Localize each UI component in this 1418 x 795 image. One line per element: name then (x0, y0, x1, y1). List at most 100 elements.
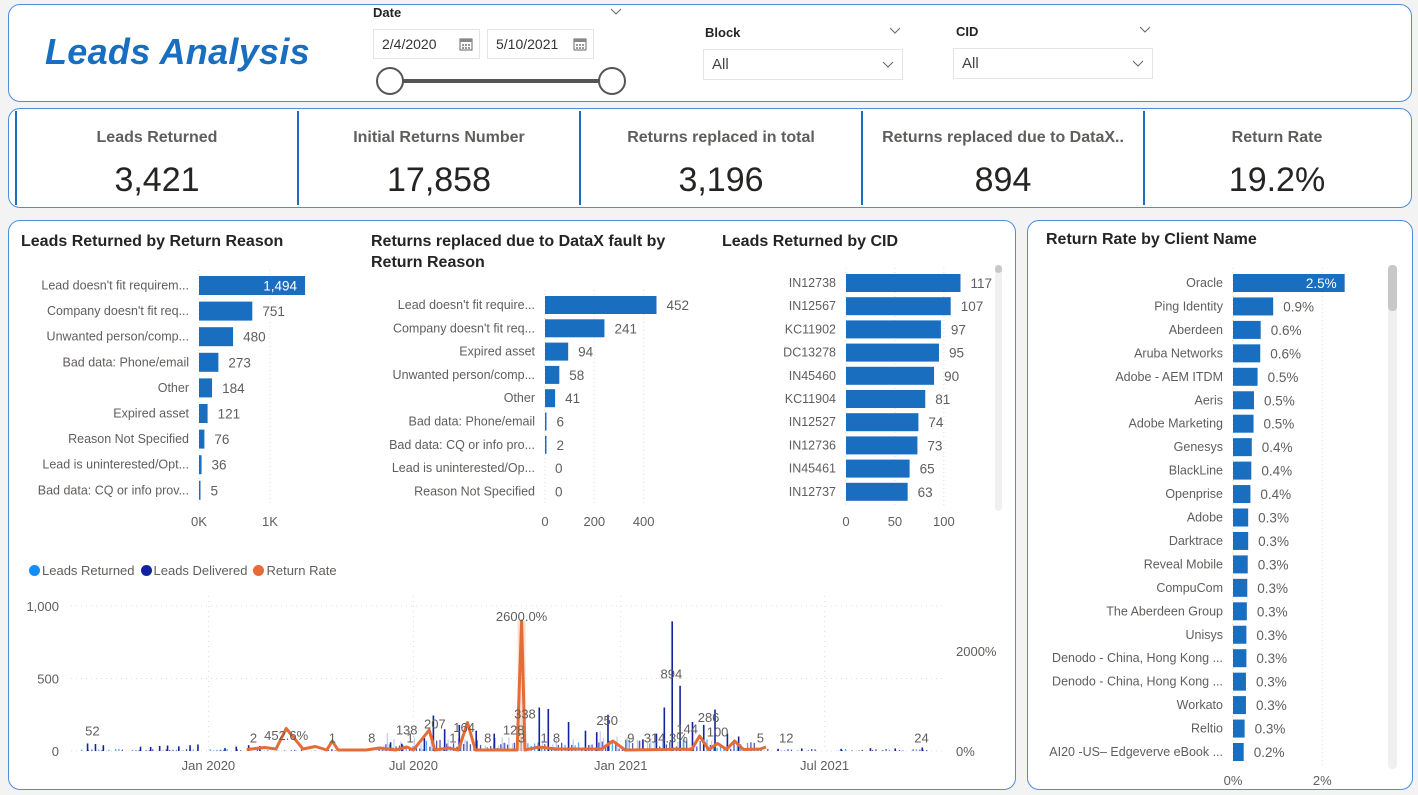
bar-chart-by-cid: 0 50 100 IN12738 117 IN12567 107 KC11902 97 DC132… (783, 268, 992, 529)
cid-chart-scrollbar[interactable] (995, 265, 1002, 511)
date-end-input[interactable]: 5/10/2021 (487, 29, 594, 59)
x-tick-label: 0% (1224, 773, 1243, 788)
data-label: 184 (222, 381, 245, 396)
bar (199, 480, 201, 500)
client-rate-panel: Return Rate by Client Name 0% 2% Oracle 2.5… (1027, 220, 1413, 790)
bar (199, 301, 253, 321)
kpi-value: 3,196 (678, 161, 764, 199)
bar (1233, 414, 1254, 433)
data-label: 0.3% (1257, 581, 1288, 596)
date-range-end-handle[interactable] (598, 67, 626, 95)
delivered-bar (419, 748, 421, 751)
data-label: 94 (578, 345, 594, 360)
data-label: 121 (218, 407, 241, 422)
category-label: Denodo - China, Hong Kong ... (1052, 675, 1223, 689)
bar (199, 429, 205, 449)
bar (846, 274, 961, 292)
category-label: IN12737 (789, 485, 836, 499)
delivered-bar (219, 749, 221, 751)
legend-dot-icon (253, 565, 265, 576)
cid-dropdown[interactable]: All (953, 48, 1153, 79)
header-panel: Leads Analysis Date 2/4/2020 5/10/2021 B… (8, 4, 1412, 102)
data-label: 3 (518, 731, 525, 746)
legend-dot-icon (29, 565, 40, 576)
delivered-bar (81, 749, 83, 751)
bar (1233, 602, 1247, 621)
category-label: Genesys (1174, 440, 1223, 454)
bar (1233, 578, 1248, 597)
client-chart-scrollbar[interactable] (1388, 265, 1397, 769)
y-tick-label: 1,000 (26, 599, 59, 614)
data-label: 0.3% (1258, 557, 1289, 572)
delivered-bar (429, 746, 431, 751)
delivered-spike (178, 746, 180, 751)
data-label: 2.5% (1306, 276, 1337, 291)
legend-item-rate[interactable]: Return Rate (253, 563, 337, 578)
date-slicer-chevron-icon[interactable] (610, 8, 622, 18)
delivered-spike (235, 746, 238, 751)
legend-label: Leads Returned (42, 563, 135, 578)
calendar-icon[interactable] (573, 37, 587, 51)
delivered-bar (925, 750, 928, 751)
category-label: IN45460 (789, 369, 836, 383)
delivered-bar (814, 749, 816, 751)
category-label: Ping Identity (1154, 299, 1224, 313)
delivered-bar (861, 749, 864, 751)
data-label: 52 (85, 723, 99, 738)
delivered-spike (166, 745, 169, 751)
bar (1233, 320, 1261, 339)
x-tick-label: 0 (842, 514, 849, 529)
data-label: 286 (698, 710, 720, 725)
delivered-spike (777, 748, 779, 751)
bar (846, 459, 910, 478)
block-slicer-chevron-icon[interactable] (889, 27, 901, 37)
date-slicer-label: Date (373, 5, 402, 20)
legend-item-returned[interactable]: Leads Returned (29, 563, 135, 578)
bar (1233, 555, 1248, 574)
cid-chart-scroll-thumb[interactable] (995, 265, 1002, 273)
legend-item-delivered[interactable]: Leads Delivered (140, 563, 247, 578)
category-label: IN12527 (789, 415, 836, 429)
client-chart-scroll-thumb[interactable] (1388, 265, 1397, 311)
x-tick-label: 0K (191, 514, 207, 529)
bar (1233, 649, 1247, 668)
date-start-input[interactable]: 2/4/2020 (373, 29, 480, 59)
cid-slicer-chevron-icon[interactable] (1139, 26, 1151, 36)
delivered-bar (118, 748, 120, 751)
delivered-spike (86, 743, 89, 751)
category-label: Bad data: CQ or info pro... (389, 438, 535, 452)
kpi-card-leads-returned: Leads Returned 3,421 (17, 111, 297, 205)
delivered-bar (267, 750, 269, 751)
delivered-bar (716, 747, 718, 751)
kpi-value: 894 (974, 161, 1032, 199)
data-label: 107 (961, 299, 984, 314)
block-dropdown[interactable]: All (703, 49, 903, 80)
data-label: 1 (406, 731, 413, 746)
category-label: DC13278 (783, 346, 836, 360)
bar-chart-by-reason: 0K 1K Lead doesn't fit requirem... 1,494 Com… (38, 270, 306, 529)
data-label: 9 (627, 731, 634, 746)
delivered-bar (216, 749, 218, 751)
calendar-icon[interactable] (459, 37, 473, 51)
kpi-panel: Leads Returned 3,421 Initial Returns Num… (8, 108, 1412, 208)
data-label: 95 (949, 346, 964, 361)
delivered-spike (158, 745, 161, 751)
date-range-track[interactable] (391, 79, 613, 83)
delivered-bar (226, 749, 228, 751)
bar (1233, 344, 1261, 363)
delivered-bar (811, 748, 813, 751)
delivered-bar (172, 749, 174, 751)
bar (545, 342, 569, 361)
data-label: 81 (935, 392, 950, 407)
data-label: 144 (676, 722, 698, 737)
data-label: 164 (453, 720, 475, 735)
delivered-bar (871, 749, 874, 751)
delivered-bar (767, 748, 769, 751)
delivered-spike (197, 744, 199, 751)
bar-chart-rate-by-client: 0% 2% Oracle 2.5% Ping Identity 0.9% Aberdeen 0… (1049, 268, 1345, 788)
delivered-bar (422, 749, 424, 751)
chart-title-rate-by-client: Return Rate by Client Name (1046, 231, 1257, 248)
category-label: Aberdeen (1169, 323, 1223, 337)
date-range-start-handle[interactable] (376, 67, 404, 95)
delivered-bar (169, 749, 171, 751)
